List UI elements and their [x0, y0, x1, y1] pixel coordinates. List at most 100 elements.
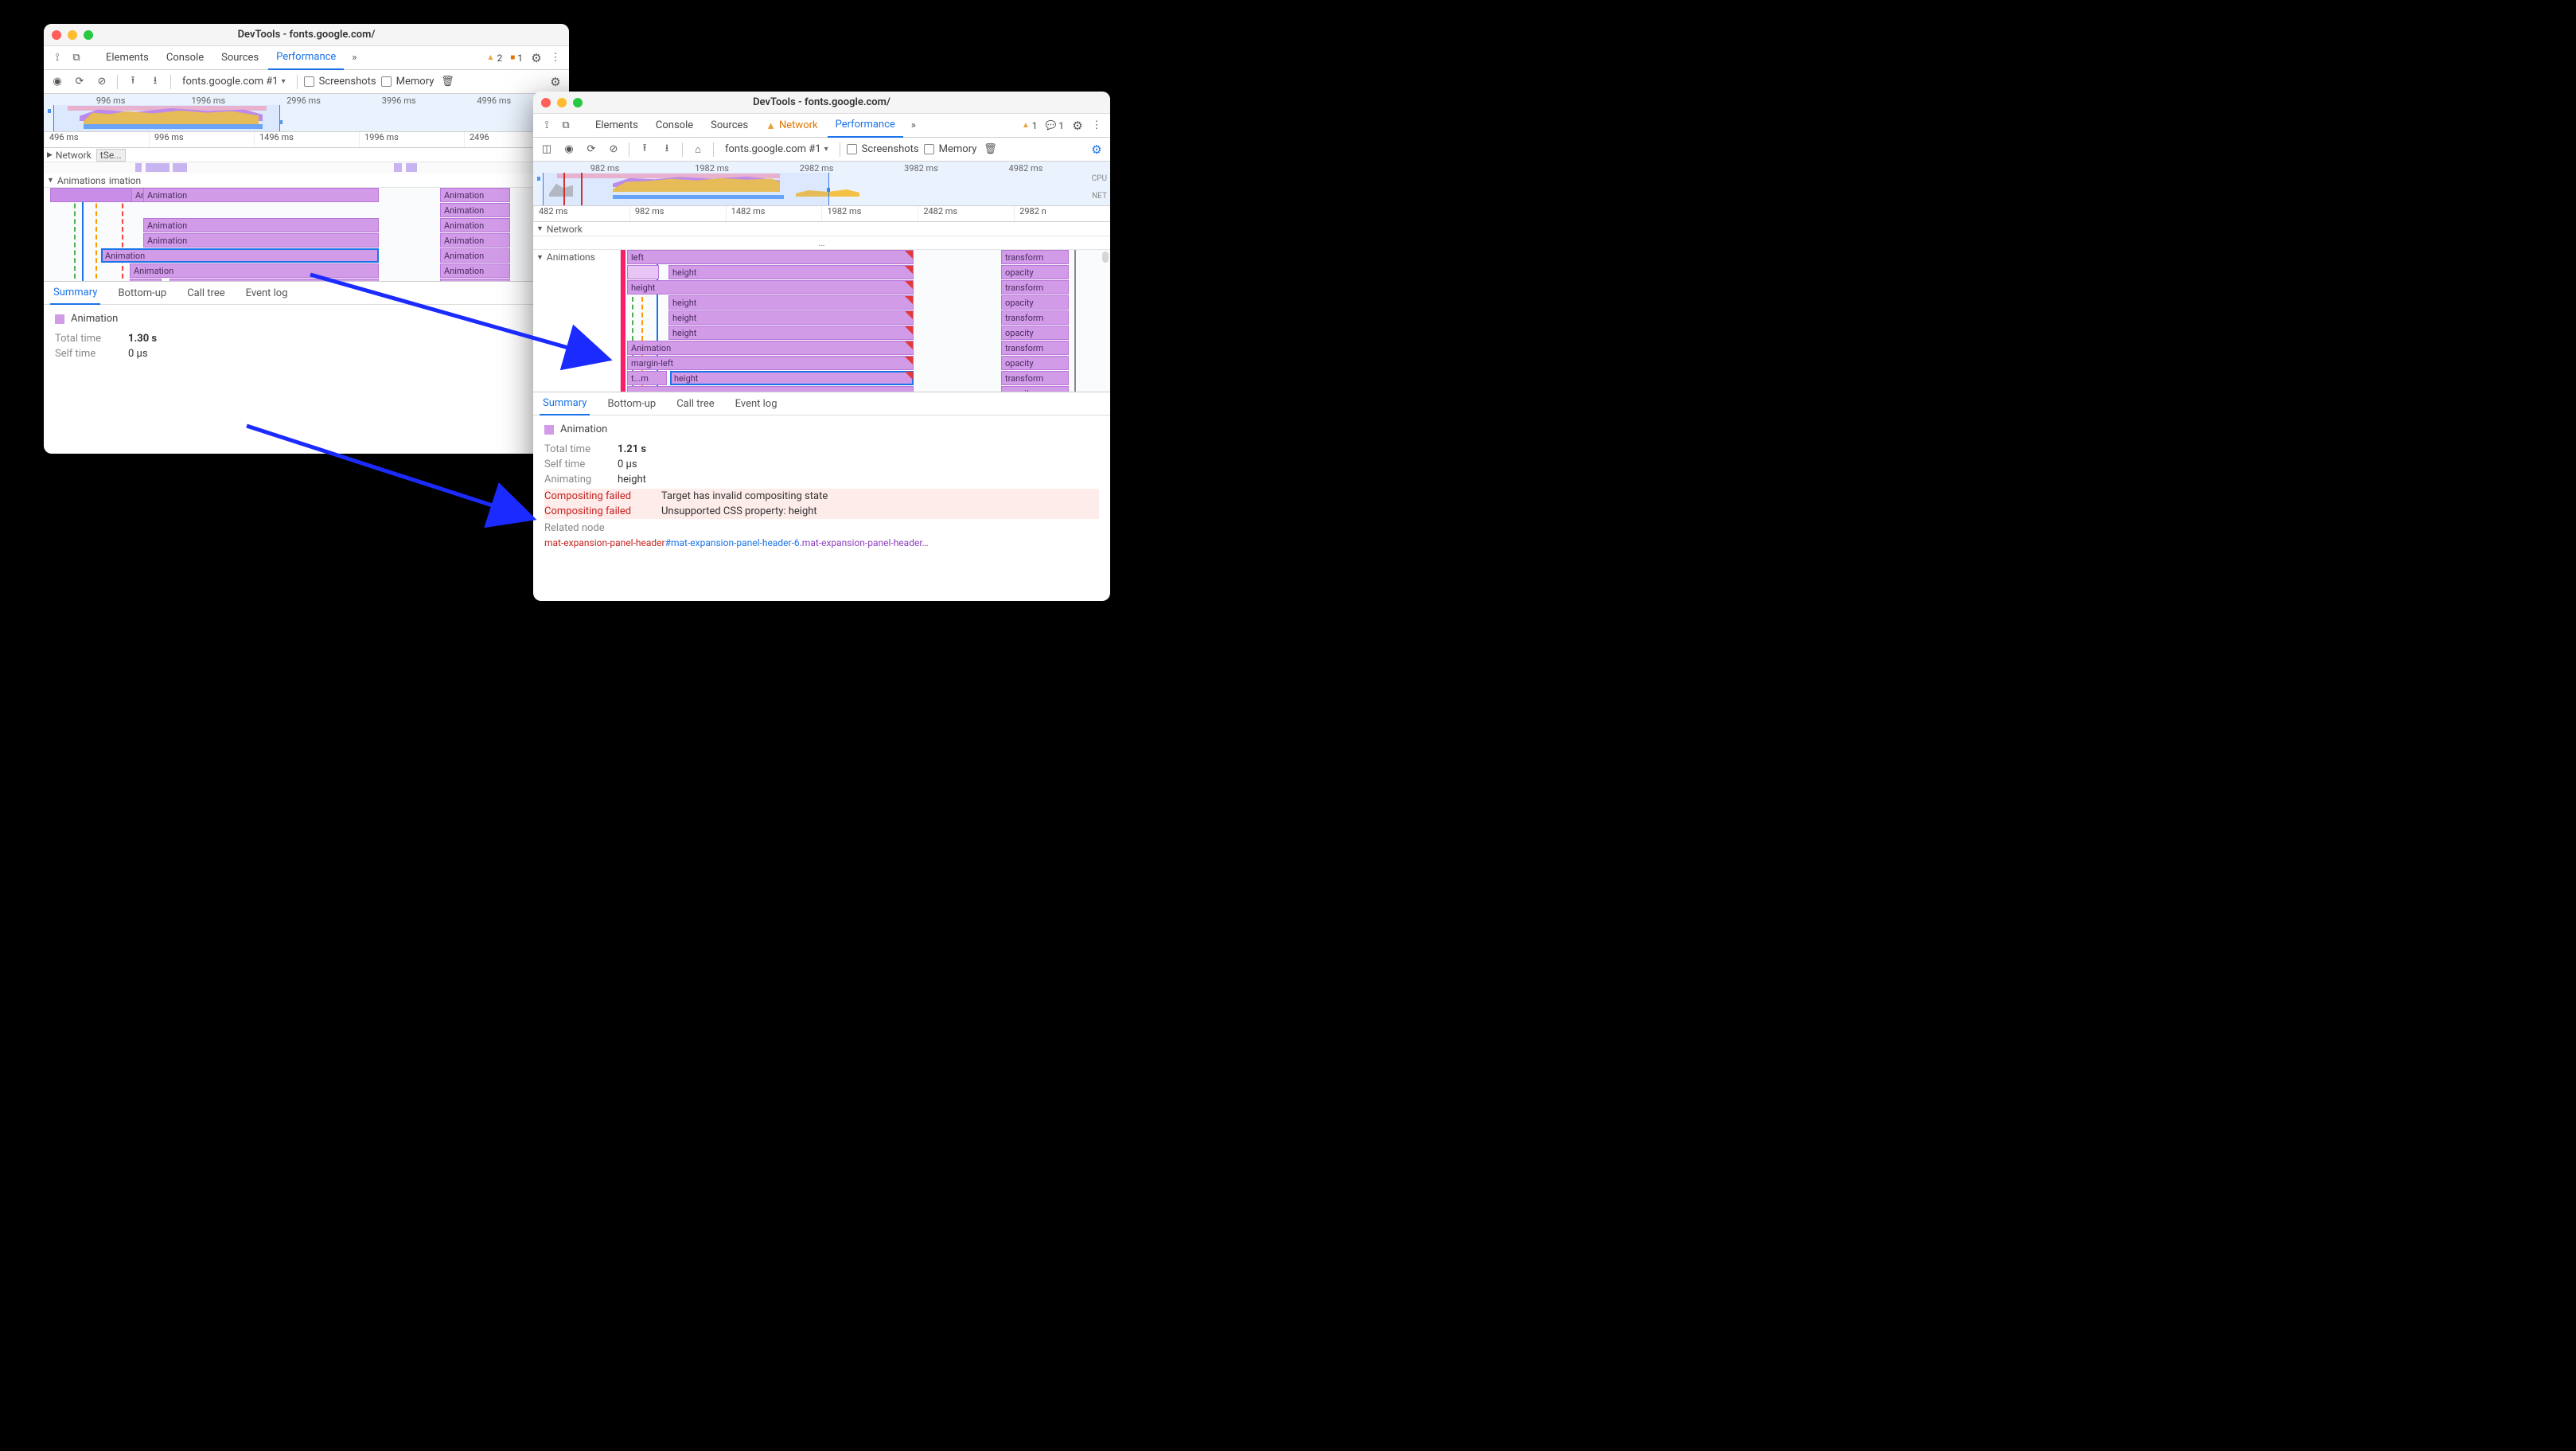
network-track-header[interactable]: ▶NetworktSe... — [44, 148, 569, 162]
time-ruler[interactable]: 482 ms 982 ms 1482 ms 1982 ms 2482 ms 29… — [533, 206, 1110, 222]
tab-summary[interactable]: Summary — [540, 392, 590, 415]
flame-bar[interactable]: transform — [1001, 341, 1069, 355]
more-tabs-icon[interactable]: » — [345, 49, 363, 67]
flame-chart[interactable]: ▼Network … ▼Animations left height heigh… — [533, 222, 1110, 392]
flame-bar[interactable]: Animation — [143, 218, 379, 232]
flame-bar[interactable]: transform — [1001, 250, 1069, 264]
tab-console[interactable]: Console — [648, 114, 701, 138]
tab-performance[interactable]: Performance — [268, 46, 344, 70]
flame-bar[interactable]: Animation — [440, 233, 510, 248]
flame-bar[interactable]: opacity — [1001, 326, 1069, 340]
trash-icon[interactable]: 🗑 — [981, 141, 999, 158]
network-track-header[interactable]: ▼Network — [533, 222, 1110, 236]
device-icon[interactable]: ⧉ — [68, 49, 85, 67]
tab-console[interactable]: Console — [158, 46, 212, 70]
tab-eventlog[interactable]: Event log — [243, 281, 291, 305]
flame-bar[interactable]: A...n — [130, 279, 162, 281]
flame-bar[interactable]: opacity — [1001, 356, 1069, 370]
tab-elements[interactable]: Elements — [587, 114, 646, 138]
tab-sources[interactable]: Sources — [703, 114, 756, 138]
perf-settings-icon[interactable]: ⚙ — [547, 73, 564, 91]
message-badge[interactable]: 1 — [1042, 120, 1067, 131]
flame-bar[interactable]: Animation — [143, 233, 379, 248]
target-dropdown[interactable]: fonts.google.com #1 — [720, 143, 833, 155]
home-icon[interactable]: ⌂ — [689, 141, 707, 158]
flame-bar[interactable]: Animation — [440, 203, 510, 217]
flame-bar-selected[interactable]: Animation — [101, 248, 379, 263]
flame-bar[interactable]: transform — [1001, 371, 1069, 385]
inspect-icon[interactable]: ⟟ — [538, 117, 555, 135]
flame-bar[interactable]: height — [668, 310, 914, 325]
related-node-link[interactable]: mat-expansion-panel-header#mat-expansion… — [544, 537, 1099, 548]
network-item[interactable]: tSe... — [96, 149, 126, 162]
inspect-icon[interactable]: ⟟ — [49, 49, 66, 67]
tab-network[interactable]: ▲Network — [758, 114, 825, 138]
flame-bar[interactable]: Animation — [170, 279, 379, 281]
kebab-icon[interactable]: ⋮ — [547, 49, 564, 67]
tab-bottomup[interactable]: Bottom-up — [604, 392, 659, 415]
flame-bar[interactable]: Animation — [130, 263, 379, 278]
upload-icon[interactable]: ⭱ — [636, 141, 653, 158]
record-icon[interactable]: ◉ — [560, 141, 578, 158]
close-icon[interactable] — [52, 30, 61, 40]
flame-bar[interactable]: height — [627, 280, 914, 294]
animations-track-header[interactable]: ▼Animations — [533, 250, 620, 264]
device-icon[interactable]: ⧉ — [557, 117, 575, 135]
issue-badge[interactable]: 1 — [507, 53, 526, 64]
flame-bar[interactable]: margin-left — [627, 356, 914, 370]
flame-bar[interactable]: height — [668, 326, 914, 340]
minimize-icon[interactable] — [557, 98, 567, 107]
gear-icon[interactable]: ⚙ — [1069, 117, 1086, 135]
flame-bar[interactable]: Animation — [440, 188, 510, 202]
sidebar-icon[interactable]: ◫ — [538, 141, 555, 158]
flame-bar[interactable]: opacity — [1001, 265, 1069, 279]
flame-bar[interactable] — [627, 386, 914, 392]
flame-bar[interactable]: Animation — [143, 188, 379, 202]
flame-bar[interactable]: transform — [1001, 310, 1069, 325]
reload-icon[interactable]: ⟳ — [71, 73, 88, 91]
flame-bar-selected[interactable]: height — [670, 371, 914, 385]
tab-calltree[interactable]: Call tree — [184, 281, 228, 305]
maximize-icon[interactable] — [573, 98, 583, 107]
tab-eventlog[interactable]: Event log — [732, 392, 781, 415]
flame-bar[interactable]: transform — [1001, 280, 1069, 294]
flame-bar[interactable]: opacity — [1001, 386, 1069, 392]
warning-badge[interactable]: 1 — [1019, 120, 1041, 131]
flame-bar[interactable]: left — [627, 250, 914, 264]
download-icon[interactable]: ⭳ — [146, 73, 164, 91]
perf-settings-icon[interactable]: ⚙ — [1088, 141, 1105, 158]
flame-bar[interactable]: Animation — [627, 341, 914, 355]
maximize-icon[interactable] — [84, 30, 93, 40]
flame-bar[interactable]: Animation — [440, 248, 510, 263]
tab-calltree[interactable]: Call tree — [673, 392, 717, 415]
flame-bar[interactable]: height — [668, 295, 914, 310]
flame-bar[interactable]: height — [668, 265, 914, 279]
tab-sources[interactable]: Sources — [213, 46, 267, 70]
tab-elements[interactable]: Elements — [98, 46, 157, 70]
record-icon[interactable]: ◉ — [49, 73, 66, 91]
close-icon[interactable] — [541, 98, 551, 107]
reload-icon[interactable]: ⟳ — [583, 141, 600, 158]
kebab-icon[interactable]: ⋮ — [1088, 117, 1105, 135]
flame-bar[interactable]: Animation — [440, 218, 510, 232]
time-ruler[interactable]: 496 ms 996 ms 1496 ms 1996 ms 2496 — [44, 132, 569, 148]
tab-bottomup[interactable]: Bottom-up — [115, 281, 170, 305]
flame-bar[interactable]: t...m — [627, 371, 667, 385]
memory-checkbox[interactable] — [924, 144, 934, 154]
gear-icon[interactable]: ⚙ — [528, 49, 545, 67]
flame-bar[interactable]: Animation — [440, 263, 510, 278]
tab-performance[interactable]: Performance — [828, 114, 903, 138]
clear-icon[interactable]: ⊘ — [605, 141, 622, 158]
overview-selection[interactable] — [53, 105, 280, 131]
target-dropdown[interactable]: fonts.google.com #1 — [177, 76, 290, 88]
overview-timeline[interactable]: ⏸ 996 ms 1996 ms 2996 ms 3996 ms 4996 ms… — [44, 94, 569, 132]
memory-checkbox[interactable] — [381, 76, 392, 87]
download-icon[interactable]: ⭳ — [658, 141, 676, 158]
flame-bar[interactable]: Animation — [440, 279, 510, 281]
flame-bar[interactable] — [627, 265, 659, 279]
screenshots-checkbox[interactable] — [304, 76, 314, 87]
warning-badge[interactable]: 2 — [484, 53, 506, 64]
flame-bar[interactable]: opacity — [1001, 295, 1069, 310]
more-tabs-icon[interactable]: » — [905, 117, 922, 135]
scrollbar[interactable] — [1102, 252, 1109, 263]
